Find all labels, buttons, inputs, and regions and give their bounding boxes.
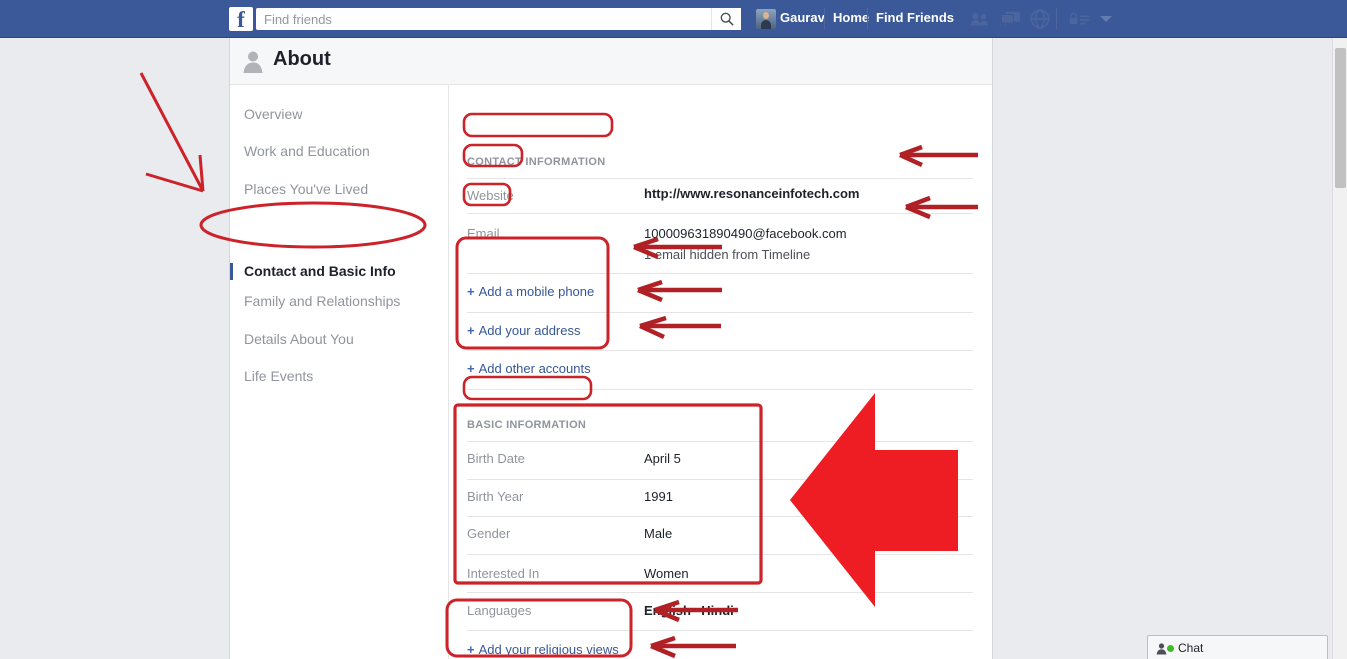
sidebar-item-family-and-relationships[interactable]: Family and Relationships [244, 293, 400, 309]
language-english-link[interactable]: English [644, 603, 691, 618]
birth-year-value: 1991 [644, 489, 673, 504]
plus-icon: + [467, 323, 475, 338]
add-other-accounts-link[interactable]: + Add other accounts [467, 361, 591, 376]
vertical-scrollbar[interactable] [1332, 38, 1347, 659]
divider [467, 479, 973, 480]
contact-information-heading: CONTACT INFORMATION [467, 156, 606, 168]
add-religious-views-label: Add your religious views [478, 642, 619, 657]
birth-year-label: Birth Year [467, 489, 524, 504]
email-label: Email [467, 226, 500, 241]
sidebar-item-work-and-education[interactable]: Work and Education [244, 143, 370, 159]
language-hindi-link[interactable]: Hindi [701, 603, 734, 618]
divider [467, 630, 973, 631]
divider [467, 516, 973, 517]
birth-date-value: April 5 [644, 451, 681, 466]
divider [467, 273, 973, 274]
sidebar-item-details-about-you[interactable]: Details About You [244, 331, 354, 347]
website-label: Website [467, 188, 514, 203]
sidebar-item-contact-and-basic-info[interactable]: Contact and Basic Info [244, 263, 396, 279]
sidebar-active-marker [230, 263, 233, 280]
facebook-about-page: f Gaurav Home Find Friends [0, 0, 1347, 659]
page-title: About [273, 48, 331, 70]
divider [467, 213, 973, 214]
diagonal-arrow-to-sidebar [139, 72, 205, 193]
notifications-globe-icon[interactable] [1026, 8, 1054, 30]
nav-divider-3 [1056, 8, 1057, 29]
scrollbar-thumb[interactable] [1335, 48, 1346, 188]
interested-in-label: Interested In [467, 566, 540, 581]
birth-date-label: Birth Date [467, 451, 525, 466]
plus-icon: + [467, 642, 475, 657]
email-hidden-note[interactable]: 1 email hidden from Timeline [644, 247, 810, 262]
nav-find-friends-link[interactable]: Find Friends [876, 10, 954, 25]
add-mobile-phone-link[interactable]: + Add a mobile phone [467, 284, 594, 299]
search-icon[interactable] [711, 8, 741, 30]
nav-user-name[interactable]: Gaurav [780, 10, 825, 25]
add-address-label: Add your address [478, 323, 581, 338]
divider [467, 178, 973, 179]
chat-bar[interactable]: Chat [1147, 635, 1328, 659]
add-mobile-phone-label: Add a mobile phone [478, 284, 595, 299]
divider [467, 350, 973, 351]
chat-label: Chat [1178, 641, 1204, 655]
nav-home-link[interactable]: Home [833, 10, 869, 25]
search-input[interactable] [256, 8, 711, 30]
messages-icon[interactable] [997, 8, 1025, 30]
chat-online-status-dot [1167, 645, 1174, 652]
nav-divider-2 [867, 8, 868, 29]
divider [467, 312, 973, 313]
language-separator: · [693, 603, 699, 618]
add-religious-views-link[interactable]: + Add your religious views [467, 642, 619, 657]
languages-value: English · Hindi [644, 603, 734, 618]
sidebar-item-life-events[interactable]: Life Events [244, 368, 313, 384]
avatar[interactable] [756, 9, 776, 29]
chat-person-icon [1156, 642, 1167, 659]
nav-divider-1 [824, 8, 825, 29]
divider [467, 592, 973, 593]
divider [467, 389, 973, 390]
divider [467, 441, 973, 442]
search-box [256, 8, 741, 30]
website-value[interactable]: http://www.resonanceinfotech.com [644, 186, 859, 201]
plus-icon: + [467, 284, 475, 299]
gender-value: Male [644, 526, 673, 541]
sidebar-item-places-youve-lived[interactable]: Places You've Lived [244, 181, 368, 197]
about-content: CONTACT INFORMATION Website http://www.r… [450, 85, 993, 659]
interested-in-value: Women [644, 566, 689, 581]
languages-label: Languages [467, 603, 532, 618]
about-panel: About Overview Work and Education Places… [229, 38, 993, 659]
plus-icon: + [467, 361, 475, 376]
facebook-logo-icon[interactable]: f [229, 7, 253, 32]
email-value[interactable]: 100009631890490@facebook.com [644, 226, 847, 241]
privacy-lock-icon[interactable] [1066, 8, 1094, 30]
person-icon [242, 50, 264, 74]
divider [467, 554, 973, 555]
friend-requests-icon[interactable] [966, 8, 994, 30]
about-sidebar: Overview Work and Education Places You'v… [230, 85, 449, 659]
add-other-accounts-label: Add other accounts [478, 361, 591, 376]
basic-information-heading: BASIC INFORMATION [467, 419, 587, 431]
facebook-top-navigation-bar: f Gaurav Home Find Friends [0, 0, 1347, 38]
gender-label: Gender [467, 526, 511, 541]
account-caret-icon[interactable] [1100, 16, 1112, 22]
sidebar-item-overview[interactable]: Overview [244, 106, 302, 122]
about-panel-header: About [230, 38, 992, 85]
add-address-link[interactable]: + Add your address [467, 323, 581, 338]
